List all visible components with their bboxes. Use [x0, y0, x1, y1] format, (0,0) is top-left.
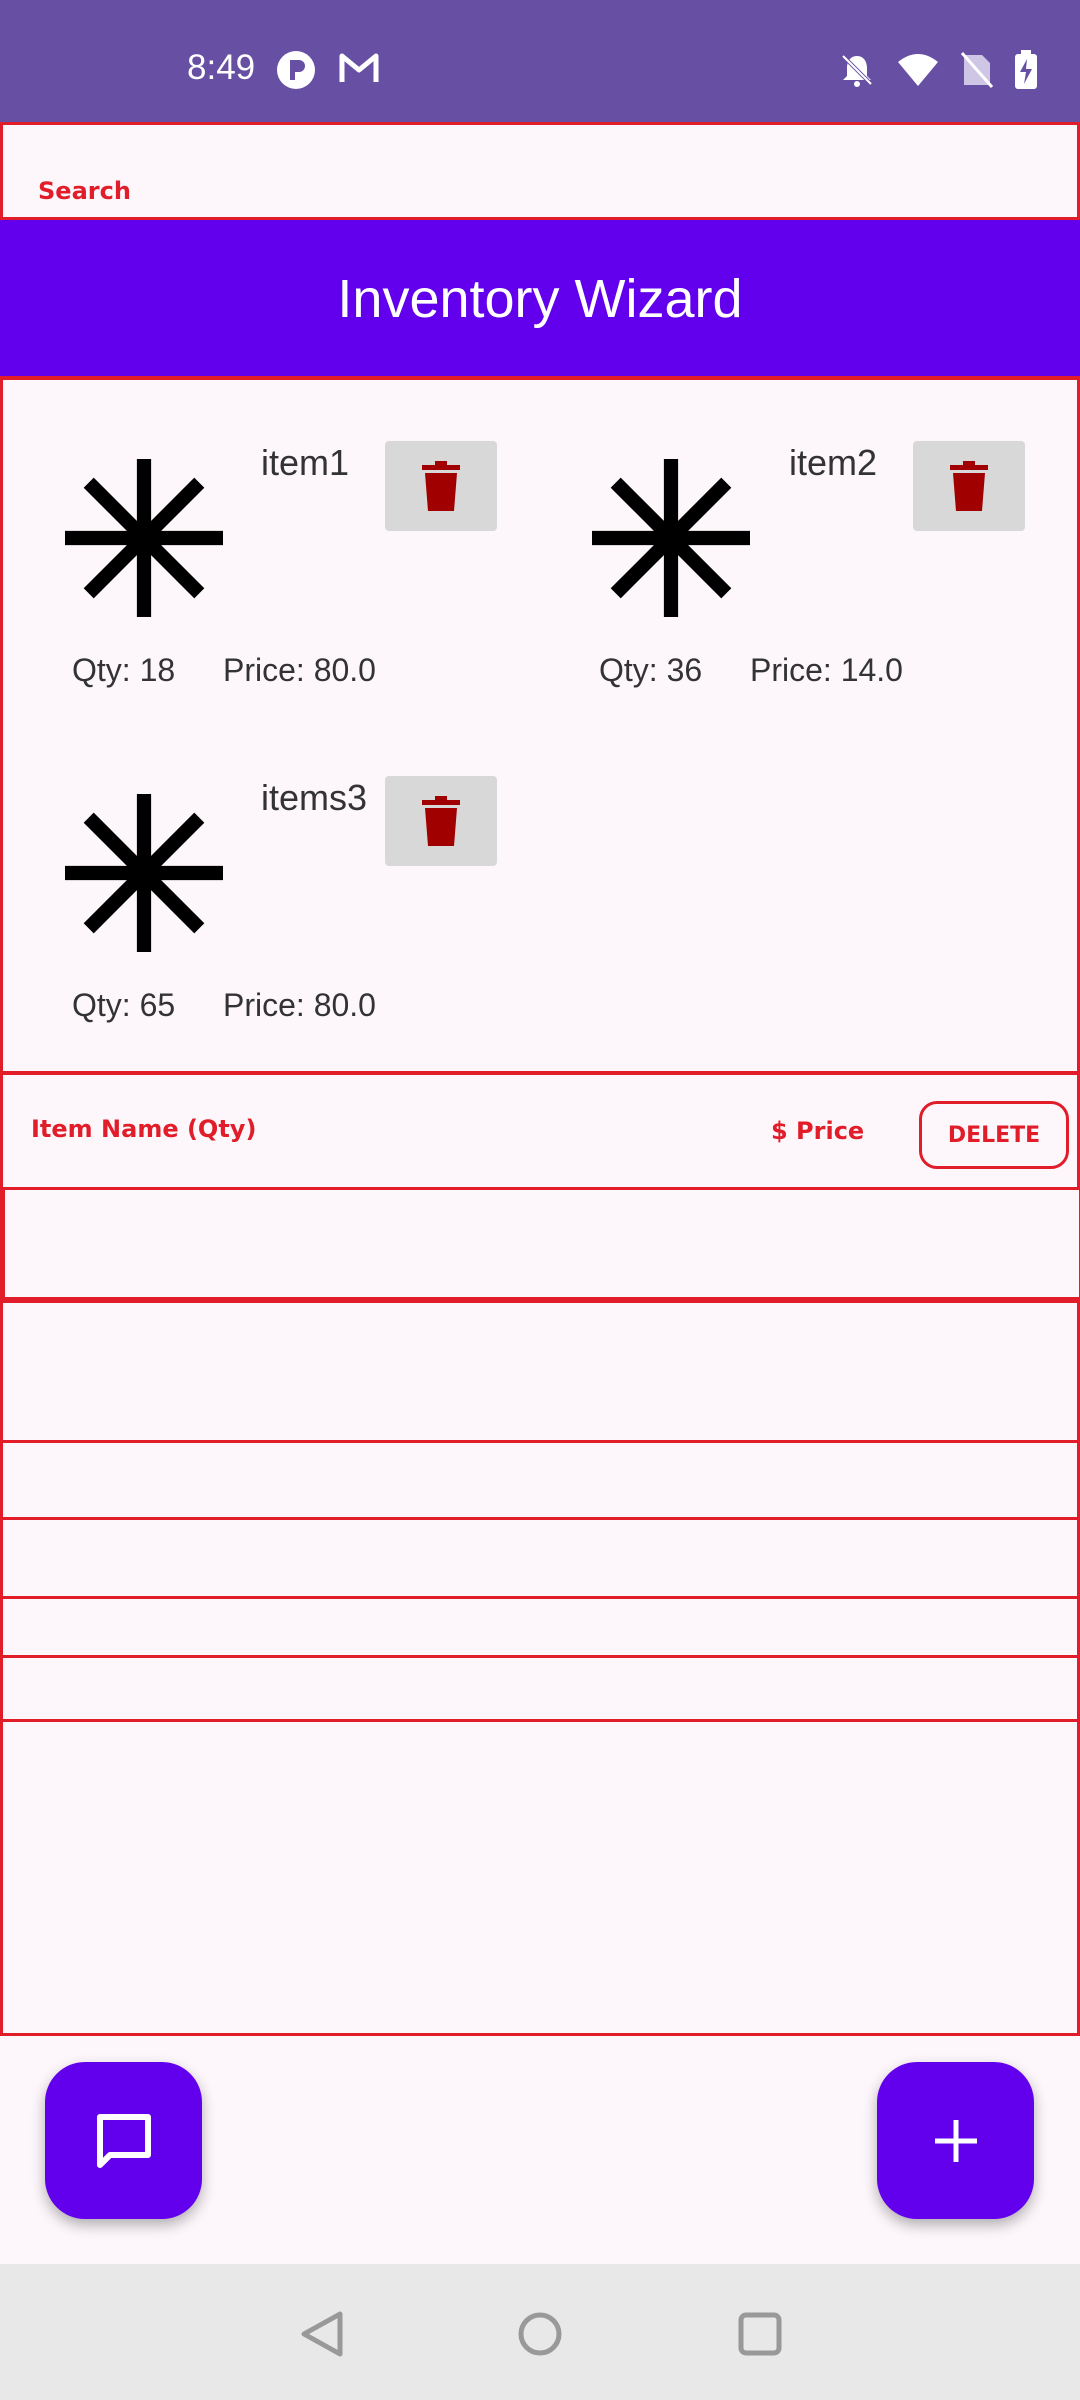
- chat-button[interactable]: [45, 2062, 202, 2219]
- status-time: 8:49: [187, 48, 256, 87]
- column-header-name: Item Name (Qty): [31, 1115, 257, 1143]
- search-label: Search: [38, 177, 131, 205]
- delete-button[interactable]: [385, 776, 497, 866]
- home-button[interactable]: [510, 2304, 570, 2364]
- item-price: Price: 14.0: [750, 652, 903, 688]
- battery-charging-icon: [1014, 50, 1038, 95]
- item-name: item1: [261, 442, 350, 483]
- back-icon: [301, 2311, 343, 2357]
- delete-button[interactable]: [385, 441, 497, 531]
- table-row[interactable]: [0, 1520, 1080, 1599]
- recents-button[interactable]: [730, 2304, 790, 2364]
- column-header-price: $ Price: [771, 1117, 865, 1145]
- trash-icon: [422, 796, 460, 846]
- item-card[interactable]: item1 Qty: 18 Price: 80.0: [3, 380, 523, 700]
- recents-icon: [738, 2312, 782, 2356]
- snowflake-icon: [592, 459, 750, 617]
- app-header: Inventory Wizard: [0, 220, 1080, 379]
- item-name: item2: [789, 442, 878, 483]
- item-grid: item1 Qty: 18 Price: 80.0 item2 Qty: 36 …: [0, 377, 1080, 1074]
- column-header-delete[interactable]: DELETE: [919, 1101, 1069, 1169]
- trash-icon: [422, 461, 460, 511]
- wifi-icon: [896, 52, 940, 93]
- item-price: Price: 80.0: [223, 652, 376, 688]
- status-bar: 8:49: [0, 0, 1080, 124]
- home-icon: [518, 2312, 562, 2356]
- snowflake-icon: [65, 794, 223, 952]
- delete-button[interactable]: [913, 441, 1025, 531]
- page-title: Inventory Wizard: [337, 269, 743, 329]
- gmail-icon: [338, 50, 380, 95]
- snowflake-icon: [65, 459, 223, 617]
- navigation-bar: [0, 2264, 1080, 2400]
- back-button[interactable]: [292, 2304, 352, 2364]
- no-sim-icon: [960, 51, 994, 94]
- item-name: items3: [261, 777, 368, 818]
- item-price: Price: 80.0: [223, 987, 376, 1023]
- table-row[interactable]: [0, 1658, 1080, 1722]
- search-box[interactable]: Search: [0, 122, 1080, 220]
- table-row[interactable]: [0, 1187, 1080, 1300]
- bell-off-icon: [838, 51, 876, 94]
- table-row[interactable]: [0, 1599, 1080, 1658]
- table-row[interactable]: [0, 1300, 1080, 1443]
- trash-icon: [950, 461, 988, 511]
- add-item-button[interactable]: [877, 2062, 1034, 2219]
- item-qty: Qty: 36: [599, 652, 703, 688]
- plus-icon: [934, 2119, 977, 2162]
- table-row[interactable]: [0, 1440, 1080, 1520]
- item-card[interactable]: item2 Qty: 36 Price: 14.0: [530, 380, 1050, 700]
- item-qty: Qty: 65: [72, 987, 176, 1023]
- p-app-icon: [276, 50, 316, 95]
- item-card[interactable]: items3 Qty: 65 Price: 80.0: [3, 715, 523, 1035]
- table-header: Item Name (Qty) $ Price DELETE: [0, 1072, 1080, 1190]
- list-area: [0, 1722, 1080, 2036]
- chat-icon: [96, 2113, 151, 2168]
- item-qty: Qty: 18: [72, 652, 176, 688]
